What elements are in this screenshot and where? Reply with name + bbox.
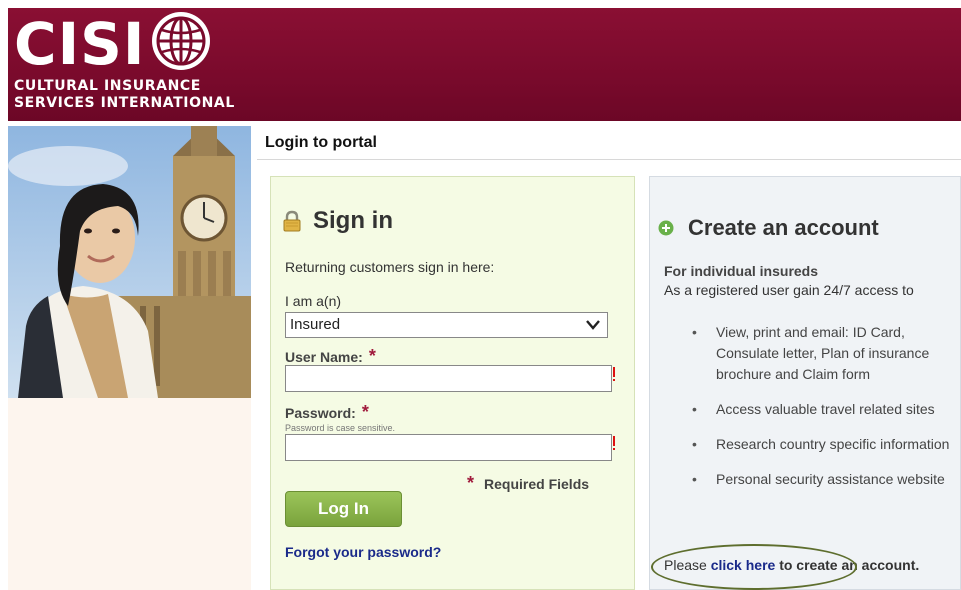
- role-label: I am a(n): [285, 293, 342, 309]
- globe-icon: [152, 12, 210, 70]
- username-label-text: User Name:: [285, 349, 363, 365]
- password-label-text: Password:: [285, 405, 356, 421]
- list-item: Research country specific information: [664, 434, 960, 455]
- forgot-password-link[interactable]: Forgot your password?: [285, 544, 441, 560]
- required-fields-text: Required Fields: [484, 475, 590, 492]
- create-account-subtitle: For individual insureds: [664, 263, 819, 279]
- login-button[interactable]: Log In: [285, 491, 402, 527]
- sign-in-header: Sign in: [281, 207, 393, 235]
- required-star: *: [467, 473, 475, 493]
- sign-in-title: Sign in: [313, 207, 393, 234]
- page-title: Login to portal: [265, 134, 377, 151]
- hero-photo: [8, 126, 251, 398]
- annotation-circle: [651, 544, 857, 590]
- list-item: View, print and email: ID Card, Consulat…: [664, 322, 960, 385]
- create-account-title: Create an account: [688, 215, 879, 240]
- site-header: CISI CULTURAL INSURANCE SERVICES INTERNA…: [8, 8, 961, 121]
- required-fields-note: * Required Fields: [467, 473, 589, 494]
- create-account-header: Create an account: [658, 215, 879, 241]
- password-error-mark: [613, 436, 615, 450]
- sign-in-panel: Sign in Returning customers sign in here…: [270, 176, 635, 590]
- username-required-star: *: [368, 346, 376, 366]
- chevron-down-icon: [586, 320, 600, 330]
- logo-subtitle-line2: SERVICES INTERNATIONAL: [14, 95, 235, 111]
- list-item: Personal security assistance website: [664, 469, 960, 490]
- logo-text[interactable]: CISI: [14, 12, 146, 76]
- plus-circle-icon: [658, 220, 674, 236]
- password-required-star: *: [361, 402, 369, 422]
- username-input[interactable]: [285, 365, 612, 392]
- username-error-mark: [613, 367, 615, 381]
- role-select[interactable]: Insured: [285, 312, 608, 338]
- password-label: Password: *: [285, 402, 369, 423]
- password-hint: Password is case sensitive.: [285, 423, 396, 433]
- logo-subtitle-line1: CULTURAL INSURANCE: [14, 78, 201, 94]
- sidebar-background: [8, 398, 251, 590]
- create-account-panel: Create an account For individual insured…: [649, 176, 961, 590]
- password-input[interactable]: [285, 434, 612, 461]
- lock-icon: [283, 210, 301, 232]
- sign-in-intro: Returning customers sign in here:: [285, 259, 495, 275]
- portal-title-bar: Login to portal: [257, 126, 961, 160]
- logo-subtitle: CULTURAL INSURANCE SERVICES INTERNATIONA…: [14, 78, 235, 112]
- benefits-list: View, print and email: ID Card, Consulat…: [664, 322, 960, 504]
- create-account-description: As a registered user gain 24/7 access to: [664, 282, 914, 298]
- list-item: Access valuable travel related sites: [664, 399, 960, 420]
- role-select-value: Insured: [290, 316, 341, 333]
- username-label: User Name: *: [285, 346, 376, 367]
